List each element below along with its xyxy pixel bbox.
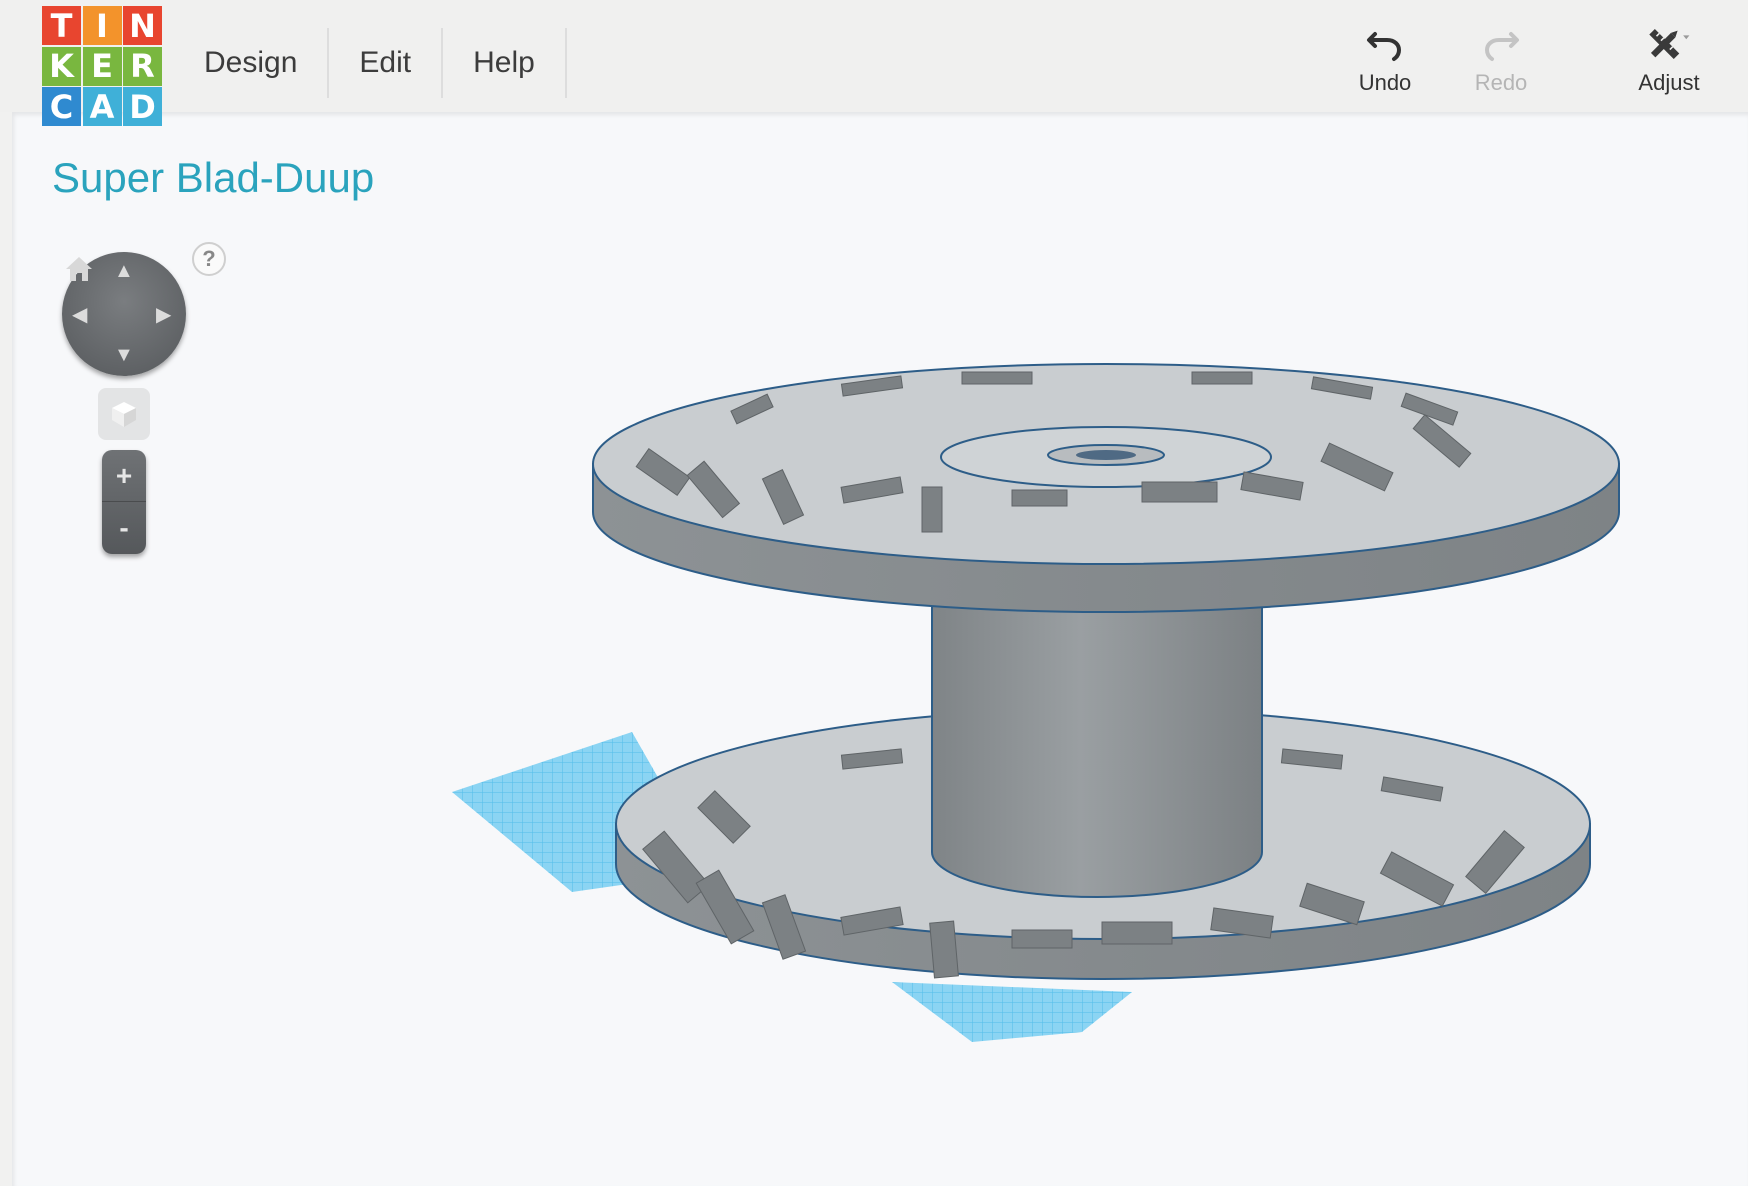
undo-arrow-icon (1363, 22, 1407, 66)
top-toolbar: T I N K E R C A D Design Edit Help Undo … (0, 0, 1748, 126)
undo-label: Undo (1358, 70, 1412, 95)
workplane[interactable]: Super Blad-Duup ? ▲ ▼ ◀ ▶ + - (12, 112, 1748, 1186)
logo-letter: C (42, 87, 81, 126)
logo-letter: D (123, 87, 162, 126)
undo-button[interactable]: Undo (1330, 22, 1440, 102)
redo-label: Redo (1474, 70, 1528, 95)
logo-letter: K (42, 46, 81, 86)
menu-design[interactable]: Design (180, 28, 330, 98)
logo-letter: A (82, 87, 122, 126)
logo-letter: R (123, 46, 162, 86)
redo-button[interactable]: Redo (1446, 22, 1556, 102)
3d-scene[interactable] (12, 112, 1748, 1186)
tinkercad-logo[interactable]: T I N K E R C A D (42, 6, 162, 126)
logo-letter: E (82, 46, 122, 86)
spool-core (931, 571, 1263, 898)
logo-letter: I (82, 6, 122, 45)
redo-arrow-icon (1479, 22, 1523, 66)
spool-top-disc (592, 363, 1620, 613)
adjust-button[interactable]: Adjust (1614, 22, 1724, 102)
adjust-label: Adjust (1638, 70, 1700, 95)
ruler-pencil-icon (1647, 22, 1691, 66)
logo-letter: N (123, 6, 162, 45)
logo-letter: T (42, 6, 81, 45)
main-menu: Design Edit Help (180, 28, 567, 98)
menu-edit[interactable]: Edit (329, 28, 444, 98)
menu-help[interactable]: Help (443, 28, 567, 98)
